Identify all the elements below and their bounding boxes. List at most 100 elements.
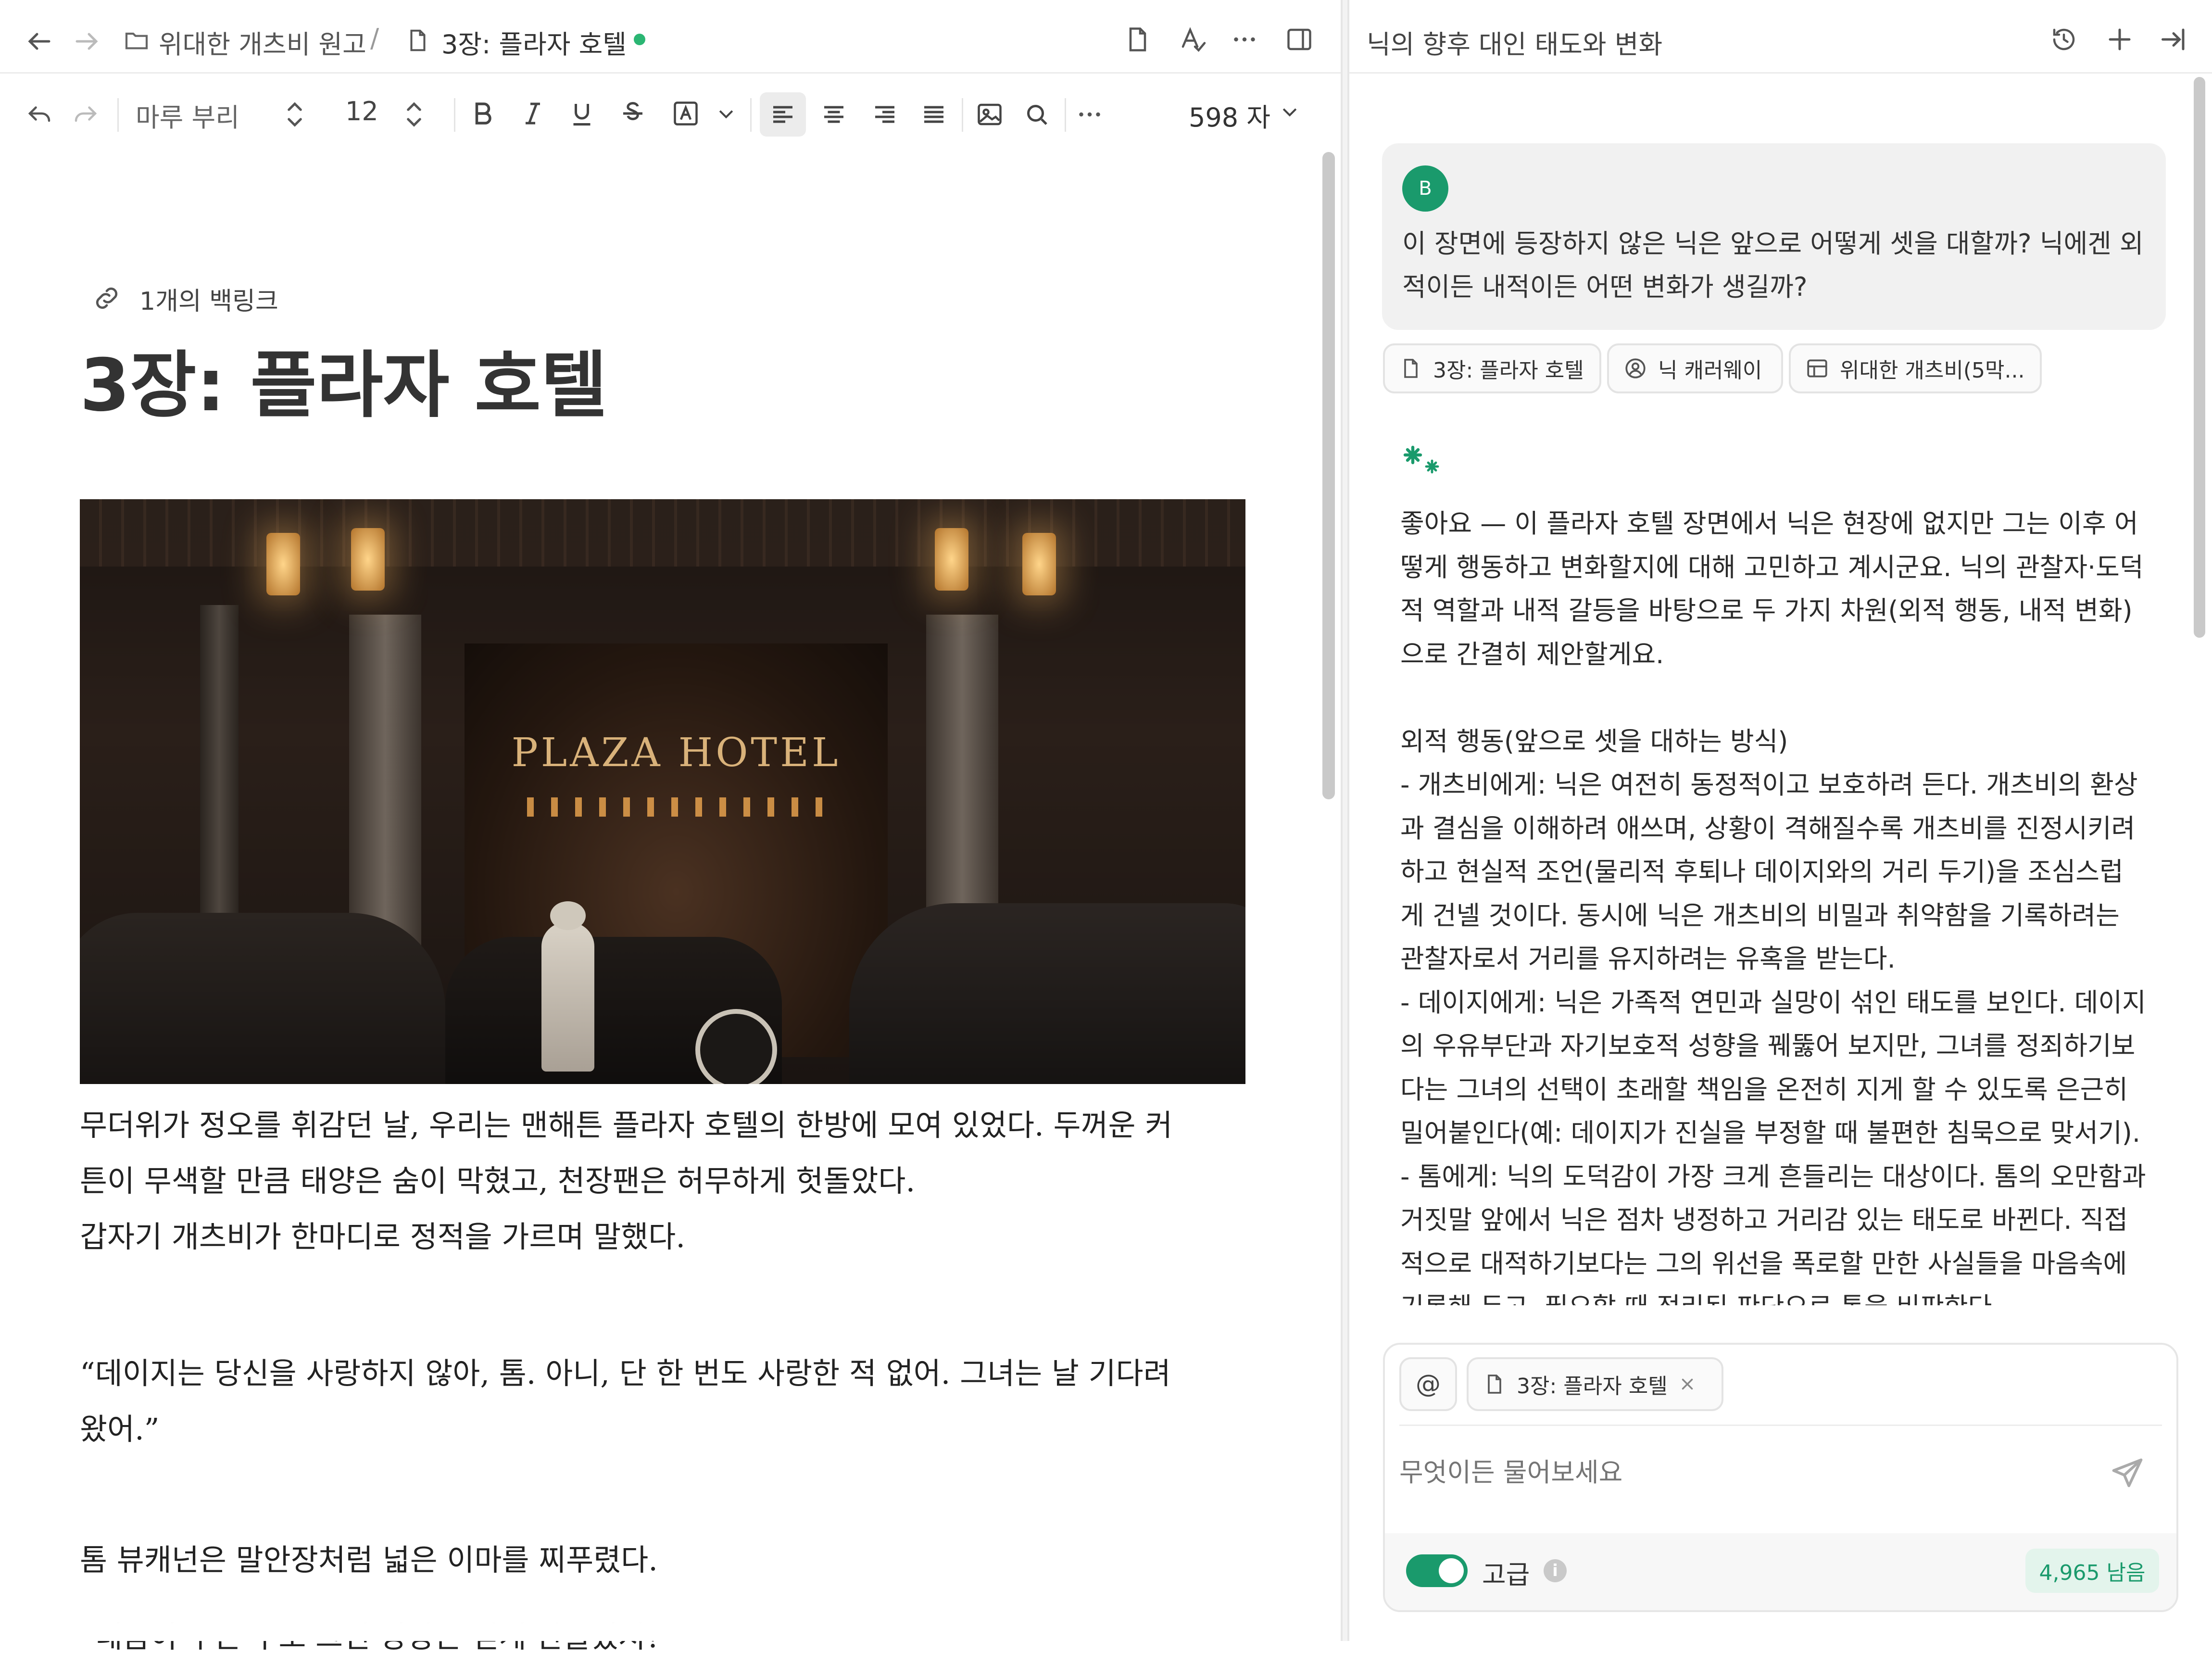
assistant-pane: 닉의 향후 대인 태도와 변화 B 이 장면에 등장하지 않은 닉은 앞으로 어…	[1349, 0, 2212, 1641]
attached-context-chip[interactable]: 3장: 플라자 호텔	[1467, 1357, 1723, 1411]
font-size-select[interactable]: 12	[345, 96, 378, 126]
header-divider	[0, 72, 1341, 74]
answer-line: 적으로 대적하기보다는 그의 위선을 폭로할 만한 사실들을 마음속에	[1400, 1248, 2127, 1279]
undo-icon[interactable]	[25, 99, 54, 128]
manuscript-paragraph: 톰 뷰캐넌은 말안장처럼 넓은 이마를 찌푸렸다.	[80, 1542, 658, 1577]
manuscript-paragraph: 갑자기 개츠비가 한마디로 정적을 가르며 말했다.	[80, 1219, 686, 1254]
context-chip-label: 3장: 플라자 호텔	[1433, 358, 1584, 383]
collapse-panel-icon[interactable]	[2159, 25, 2188, 54]
backlinks-label[interactable]: 1개의 백링크	[139, 281, 278, 317]
answer-line: 관찰자로서 거리를 유지하려는 유혹을 받는다.	[1400, 944, 1896, 974]
new-chat-icon[interactable]	[2105, 25, 2134, 54]
strikethrough-icon[interactable]	[618, 99, 647, 128]
search-icon[interactable]	[1022, 100, 1051, 129]
manuscript-paragraph: 왔어.”	[80, 1412, 160, 1447]
page-title: 3장: 플라자 호텔	[80, 344, 607, 428]
answer-line: 적 역할과 내적 갈등을 바탕으로 두 가지 차원(외적 행동, 내적 변화)	[1400, 595, 2133, 626]
advanced-toggle-label: 고급	[1482, 1560, 1530, 1590]
align-center-icon[interactable]	[819, 100, 848, 129]
spellcheck-icon[interactable]	[1178, 25, 1207, 54]
manuscript-paragraph: “데이지는 당신을 사랑하지 않아, 톰. 아니, 단 한 번도 사랑한 적 없…	[80, 1356, 1171, 1391]
italic-icon[interactable]	[518, 99, 547, 128]
answer-line: 하고 현실적 조언(물리적 후퇴나 데이지와의 거리 두기)을 조심스럽	[1400, 857, 2124, 887]
insert-image-icon[interactable]	[975, 100, 1004, 129]
font-updown-icon[interactable]	[283, 99, 307, 130]
remaining-credits-badge: 4,965 남음	[2025, 1549, 2159, 1593]
advanced-toggle[interactable]	[1406, 1554, 1468, 1587]
page-icon[interactable]	[1123, 25, 1152, 54]
more-options-icon[interactable]	[1230, 25, 1259, 54]
folder-icon	[123, 27, 150, 54]
context-chip-character[interactable]: 닉 캐러웨이	[1607, 343, 1783, 393]
align-justify-icon[interactable]	[919, 100, 948, 129]
manuscript-paragraph: 튼이 무색할 만큼 태양은 숨이 막혔고, 천장팬은 허무하게 헛돌았다.	[80, 1163, 916, 1198]
mention-button[interactable]: @	[1399, 1357, 1457, 1411]
answer-line: - 개츠비에게: 닉은 여전히 동정적이고 보호하려 든다. 개츠비의 환상	[1400, 769, 2138, 800]
size-updown-icon[interactable]	[402, 99, 426, 130]
chat-title: 닉의 향후 대인 태도와 변화	[1367, 29, 1663, 60]
manuscript-paragraph: 무더위가 정오를 휘감던 날, 우리는 맨해튼 플라자 호텔의 한방에 모여 있…	[80, 1108, 1173, 1143]
info-icon[interactable]: i	[1544, 1559, 1567, 1582]
answer-line: 외적 행동(앞으로 셋을 대하는 방식)	[1400, 726, 1788, 757]
chat-scrollbar[interactable]	[2194, 77, 2205, 638]
answer-line: 떻게 행동하고 변화할지에 대해 고민하고 계시군요. 닉의 관찰자·도덕	[1400, 552, 2144, 582]
answer-clip	[1349, 1305, 2196, 1344]
word-count-chevron-icon[interactable]	[1279, 103, 1300, 122]
layout-icon	[1805, 356, 1829, 380]
user-question: 이 장면에 등장하지 않은 닉은 앞으로 어떻게 셋을 대할까? 닉에겐 외 적…	[1402, 222, 2144, 309]
answer-line: 게 건넬 것이다. 동시에 닉은 개츠비의 비밀과 취약함을 기록하려는	[1400, 900, 2120, 931]
text-color-dropdown-icon[interactable]	[716, 105, 737, 124]
document-icon	[405, 27, 431, 54]
answer-line: 좋아요 — 이 플라자 호텔 장면에서 닉은 현장에 없지만 그는 이후 어	[1400, 508, 2138, 539]
composer-divider	[1399, 1425, 2162, 1426]
editor-pane: 위대한 개츠비 원고 / 3장: 플라자 호텔 마루 부리 12 598 자 1…	[0, 0, 1341, 1654]
document-icon	[1483, 1372, 1506, 1397]
context-chip-document[interactable]: 3장: 플라자 호텔	[1383, 343, 1601, 393]
word-count[interactable]: 598 자	[1189, 96, 1270, 134]
answer-line	[1400, 676, 2146, 720]
context-chip-project[interactable]: 위대한 개츠비(5막...	[1789, 343, 2042, 393]
send-icon[interactable]	[2109, 1455, 2146, 1492]
context-chip-label: 닉 캐러웨이	[1658, 358, 1762, 383]
bold-icon[interactable]	[468, 99, 497, 128]
attached-chip-label: 3장: 플라자 호텔	[1517, 1374, 1668, 1399]
font-family-select[interactable]: 마루 부리	[136, 96, 239, 134]
answer-line: - 톰에게: 닉의 도덕감이 가장 크게 흔들리는 대상이다. 톰의 오만함과	[1400, 1161, 2146, 1192]
remove-chip-icon[interactable]	[1678, 1375, 1697, 1393]
editor-scrollbar[interactable]	[1322, 152, 1335, 799]
underline-icon[interactable]	[567, 99, 596, 128]
assistant-answer: 좋아요 — 이 플라자 호텔 장면에서 닉은 현장에 없지만 그는 이후 어 떻…	[1400, 502, 2146, 1329]
breadcrumb-separator: /	[370, 23, 379, 53]
chat-header-divider	[1349, 72, 2212, 74]
text-color-icon[interactable]	[671, 99, 700, 128]
redo-icon[interactable]	[71, 99, 100, 128]
sidebar-toggle-icon[interactable]	[1285, 25, 1314, 54]
forward-arrow-icon[interactable]	[72, 27, 101, 56]
answer-line: 밀어붙인다(예: 데이지가 진실을 부정할 때 불편한 침묵으로 맞서기).	[1400, 1118, 2141, 1148]
breadcrumb-folder[interactable]: 위대한 개츠비 원고	[159, 23, 366, 61]
answer-line: - 데이지에게: 닉은 가족적 연민과 실망이 섞인 태도를 보인다. 데이지	[1400, 987, 2146, 1018]
align-right-icon[interactable]	[870, 100, 899, 129]
answer-line: 과 결심을 이해하려 애쓰며, 상황이 격해질수록 개츠비를 진정시키려	[1400, 813, 2136, 844]
document-icon	[1399, 356, 1422, 381]
answer-line: 의 우유부단과 자기보호적 성향을 꿰뚫어 보지만, 그녀를 정죄하기보	[1400, 1031, 2136, 1061]
user-question-line: 적이든 내적이든 어떤 변화가 생길까?	[1402, 272, 1808, 302]
plaza-hotel-image: PLAZA HOTEL	[80, 499, 1245, 1084]
history-icon[interactable]	[2049, 25, 2078, 54]
toolbar-more-icon[interactable]	[1075, 100, 1104, 129]
back-arrow-icon[interactable]	[25, 27, 54, 56]
pane-divider[interactable]	[1341, 0, 1349, 1641]
toggle-knob	[1439, 1558, 1464, 1583]
user-question-line: 이 장면에 등장하지 않은 닉은 앞으로 어떻게 셋을 대할까? 닉에겐 외	[1402, 228, 2144, 259]
person-icon	[1623, 356, 1647, 380]
breadcrumb-document[interactable]: 3장: 플라자 호텔	[441, 23, 627, 61]
backlink-icon	[91, 283, 122, 314]
toolbar-separator	[117, 98, 119, 132]
align-left-icon[interactable]	[768, 100, 797, 129]
chat-input[interactable]	[1399, 1451, 2063, 1494]
answer-line: 거짓말 앞에서 닉은 점차 냉정하고 거리감 있는 태도로 바뀐다. 직접	[1400, 1205, 2128, 1235]
toolbar-separator	[454, 98, 455, 132]
context-chip-label: 위대한 개츠비(5막...	[1840, 358, 2025, 383]
assistant-sparkle-icon	[1403, 443, 1447, 485]
hotel-sign-text: PLAZA HOTEL	[511, 730, 841, 776]
